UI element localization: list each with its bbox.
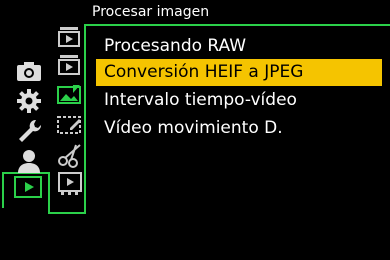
film-playback-icon[interactable] [56, 170, 84, 196]
wrench-icon[interactable] [14, 118, 44, 144]
playback-icon[interactable] [6, 170, 50, 206]
menu-item-heif-to-jpeg[interactable]: Conversión HEIF a JPEG [96, 59, 382, 86]
image-edit-icon[interactable] [56, 82, 84, 108]
frame-cat-left-line [2, 172, 4, 208]
playback-stack-1-icon[interactable] [56, 24, 84, 50]
frame-left-line [84, 24, 86, 214]
playback-stack-2-icon[interactable] [56, 52, 84, 78]
menu-item-time-lapse-video[interactable]: Intervalo tiempo-vídeo [96, 87, 382, 114]
frame-top-line [84, 24, 390, 26]
frame-bottom-line [48, 212, 86, 214]
page-title: Procesar imagen [92, 4, 210, 20]
menu-item-stop-motion-video[interactable]: Vídeo movimiento D. [96, 115, 382, 142]
scissors-icon[interactable] [56, 142, 84, 168]
camera-icon[interactable] [14, 58, 44, 84]
gear-icon[interactable] [14, 88, 44, 114]
playback-box [14, 176, 42, 198]
image-frame-edit-icon[interactable] [56, 112, 84, 138]
menu-item-raw-processing[interactable]: Procesando RAW [96, 33, 382, 60]
